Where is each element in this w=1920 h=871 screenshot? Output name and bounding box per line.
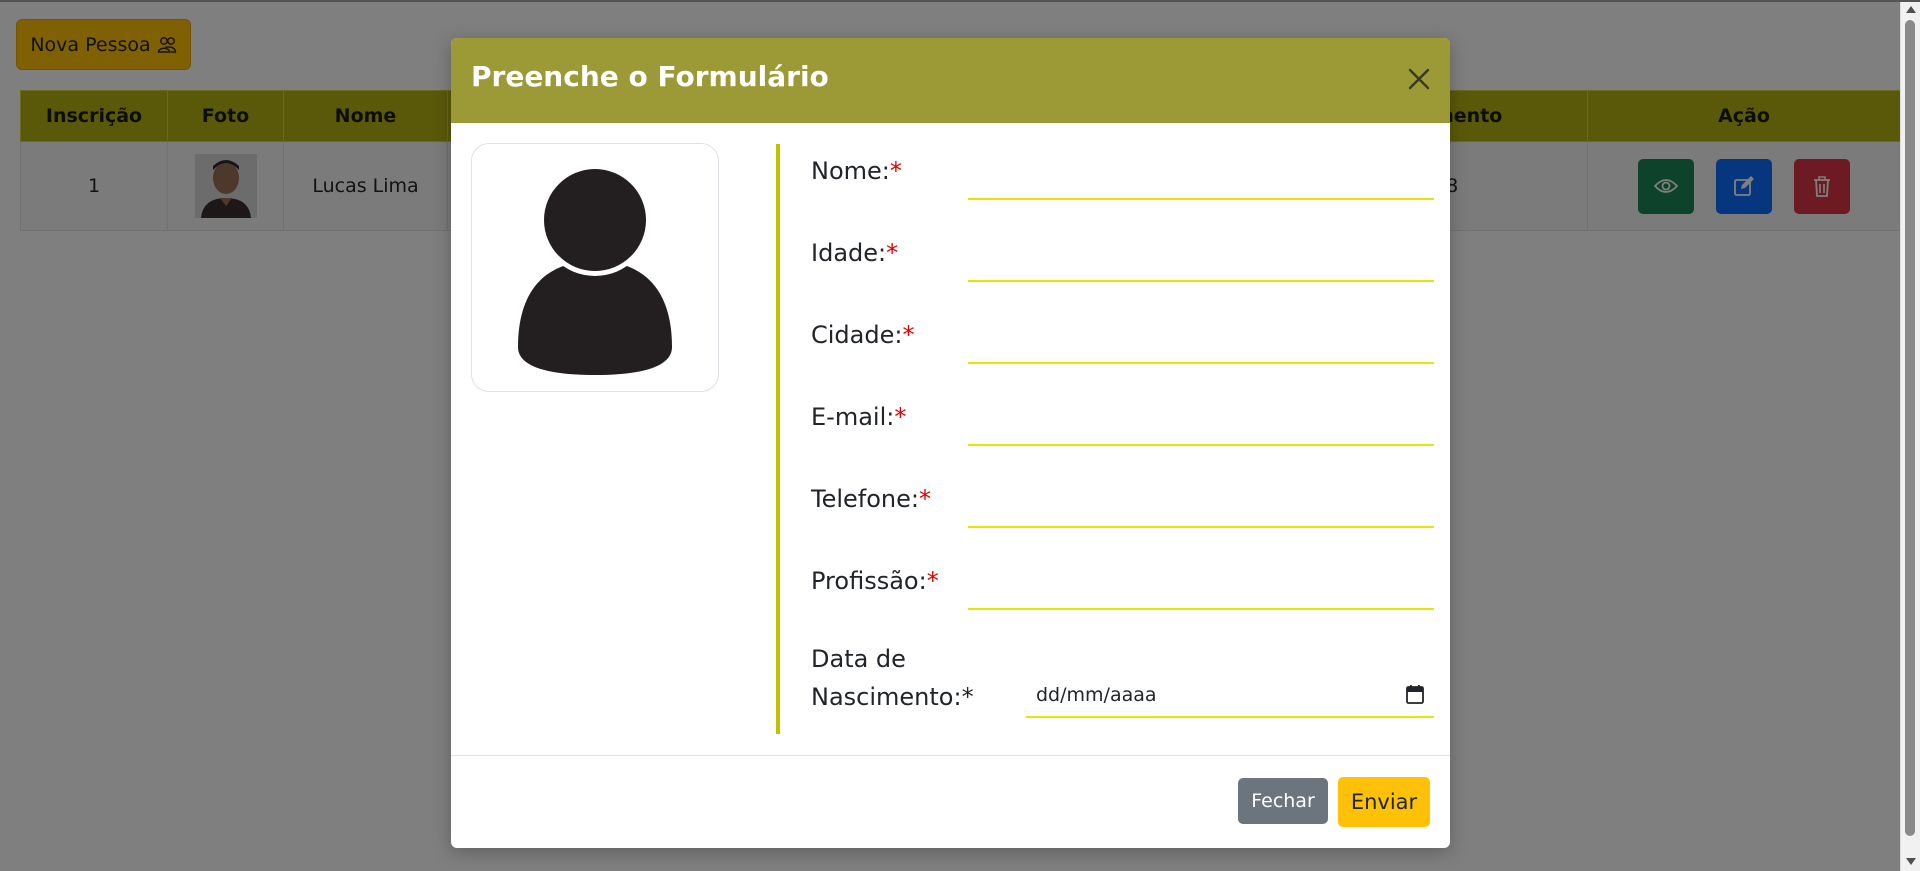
required-mark: *: [902, 321, 915, 349]
fechar-button[interactable]: Fechar: [1238, 778, 1328, 824]
label-nome-text: Nome:: [811, 157, 890, 185]
idade-input[interactable]: [968, 240, 1434, 282]
required-mark: *: [894, 403, 907, 431]
required-mark: *: [961, 683, 974, 711]
label-cidade-text: Cidade:: [811, 321, 903, 349]
email-input[interactable]: [968, 404, 1434, 446]
birthdate-input[interactable]: dd/mm/aaaa: [1026, 674, 1434, 718]
calendar-icon[interactable]: [1406, 684, 1424, 704]
form-fields-panel: Nome:* Idade:* Cidade:* E-mail:* Telefon…: [776, 144, 1434, 734]
label-profissao: Profissão:*: [811, 567, 939, 595]
nome-input[interactable]: [968, 158, 1434, 200]
label-idade: Idade:*: [811, 239, 898, 267]
avatar-upload[interactable]: [471, 143, 719, 392]
label-data-nascimento: Data de Nascimento:*: [811, 640, 1001, 716]
person-form-modal: Preenche o Formulário Nome:* Idade:* Cid…: [451, 38, 1450, 848]
scroll-up-arrow-icon[interactable]: [1906, 6, 1916, 13]
profissao-input[interactable]: [968, 568, 1434, 610]
scroll-down-arrow-icon[interactable]: [1906, 858, 1916, 865]
label-data-line2-wrap: Nascimento:*: [811, 678, 1001, 716]
label-telefone: Telefone:*: [811, 485, 931, 513]
window-top-border: [0, 0, 1920, 2]
label-nome: Nome:*: [811, 157, 902, 185]
birthdate-placeholder: dd/mm/aaaa: [1036, 684, 1157, 706]
modal-close-button[interactable]: [1402, 62, 1436, 96]
cidade-input[interactable]: [968, 322, 1434, 364]
required-mark: *: [926, 567, 939, 595]
user-silhouette-icon: [518, 164, 672, 375]
label-data-line1: Data de: [811, 645, 906, 673]
required-mark: *: [918, 485, 931, 513]
label-email: E-mail:*: [811, 403, 906, 431]
enviar-button[interactable]: Enviar: [1338, 777, 1430, 827]
modal-title: Preenche o Formulário: [471, 60, 829, 93]
required-mark: *: [889, 157, 902, 185]
label-data-line2: Nascimento:: [811, 683, 962, 711]
page-scrollbar[interactable]: [1900, 0, 1920, 871]
modal-header: Preenche o Formulário: [451, 38, 1450, 123]
label-profissao-text: Profissão:: [811, 567, 927, 595]
close-icon: [1408, 68, 1430, 90]
scroll-thumb[interactable]: [1905, 20, 1915, 836]
required-mark: *: [886, 239, 899, 267]
modal-footer: Fechar Enviar: [451, 755, 1450, 848]
label-cidade: Cidade:*: [811, 321, 914, 349]
label-email-text: E-mail:: [811, 403, 895, 431]
telefone-input[interactable]: [968, 486, 1434, 528]
label-telefone-text: Telefone:: [811, 485, 919, 513]
label-idade-text: Idade:: [811, 239, 887, 267]
